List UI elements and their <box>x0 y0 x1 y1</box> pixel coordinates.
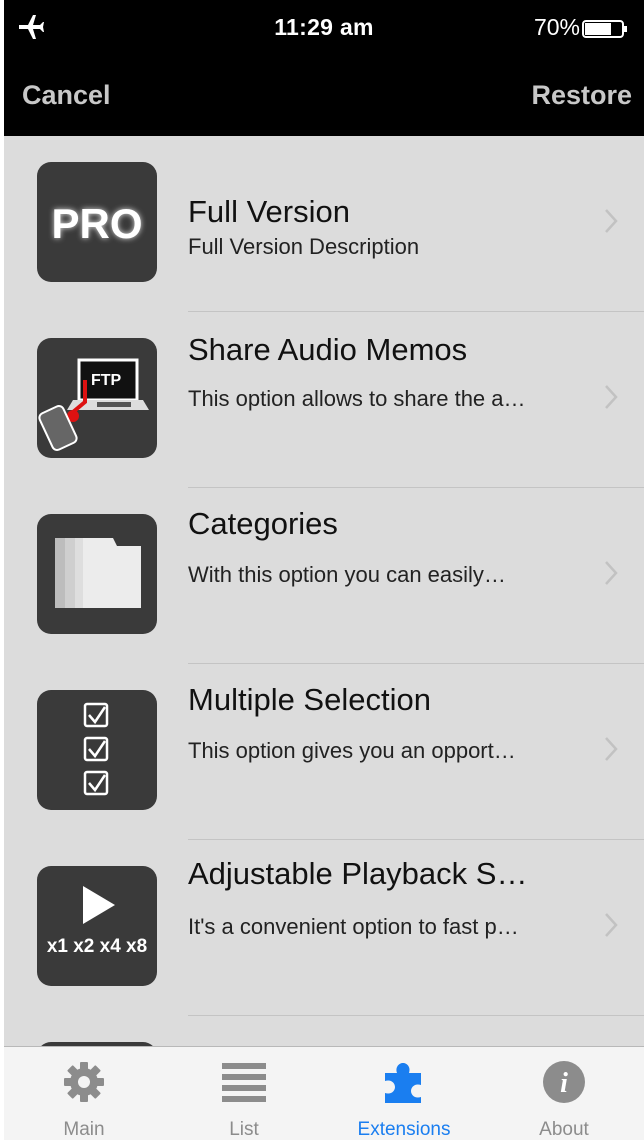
play-speed-icon: x1 x2 x4 x8 <box>37 866 157 986</box>
list-item-categories[interactable]: Categories With this option you can easi… <box>4 488 644 664</box>
top-bar: 11:29 am 70% Cancel Restore <box>4 0 644 136</box>
chevron-right-icon <box>605 737 618 761</box>
item-title: Categories <box>188 506 338 541</box>
list-item-full-version[interactable]: PRO Full Version Full Version Descriptio… <box>4 136 644 312</box>
pro-badge-text: PRO <box>51 200 143 247</box>
puzzle-icon <box>385 1063 421 1103</box>
item-title: Full Version <box>188 194 350 229</box>
tab-list[interactable]: List <box>164 1047 324 1140</box>
speed-multipliers-label: x1 x2 x4 x8 <box>46 936 148 957</box>
pro-badge-icon: PRO <box>37 162 157 282</box>
chevron-right-icon <box>605 561 618 585</box>
battery-icon <box>582 20 627 38</box>
tab-label: List <box>229 1119 259 1140</box>
item-description: This option gives you an opport… <box>188 738 516 763</box>
item-description: It's a convenient option to fast p… <box>188 914 519 939</box>
tab-label: Extensions <box>357 1119 451 1140</box>
extensions-list: PRO Full Version Full Version Descriptio… <box>4 136 644 1046</box>
tab-label: About <box>539 1119 589 1140</box>
ftp-label: FTP <box>91 372 122 389</box>
list-item-share-audio-memos[interactable]: FTP Share Audio Memos This option allows… <box>4 312 644 488</box>
info-icon: i <box>543 1061 585 1103</box>
item-description: With this option you can easily… <box>188 562 506 587</box>
ftp-share-graphic <box>38 358 149 451</box>
svg-text:i: i <box>560 1068 568 1099</box>
restore-button[interactable]: Restore <box>531 80 632 111</box>
item-title: Adjustable Playback S… <box>188 856 528 891</box>
tab-label: Main <box>63 1119 105 1140</box>
folders-icon <box>37 514 157 634</box>
chevron-right-icon <box>605 209 618 233</box>
folders-graphic <box>55 538 141 608</box>
chevron-right-icon <box>605 385 618 409</box>
list-item-multiple-selection[interactable]: Multiple Selection This option gives you… <box>4 664 644 840</box>
list-item-adjustable-playback[interactable]: x1 x2 x4 x8 Adjustable Playback S… It's … <box>4 840 644 1016</box>
list-icon <box>222 1063 266 1102</box>
chevron-right-icon <box>605 913 618 937</box>
item-description: Full Version Description <box>188 234 420 259</box>
tab-main[interactable]: Main <box>4 1047 164 1140</box>
tab-extensions[interactable]: Extensions <box>324 1047 484 1140</box>
tab-about[interactable]: i About <box>484 1047 644 1140</box>
cancel-button[interactable]: Cancel <box>22 80 111 111</box>
checklist-graphic <box>83 702 109 796</box>
ftp-share-icon: FTP <box>37 338 157 458</box>
battery-percentage: 70% <box>533 14 580 40</box>
item-title: Multiple Selection <box>188 682 431 717</box>
screen: 11:29 am 70% Cancel Restore PRO Full Ver… <box>4 0 644 1140</box>
item-description: This option allows to share the a… <box>188 386 526 411</box>
item-title: Share Audio Memos <box>188 332 468 367</box>
play-graphic <box>83 886 115 924</box>
gear-icon <box>64 1062 104 1102</box>
tab-bar: Main List Extensions i About <box>4 1046 644 1140</box>
list-item-partial[interactable] <box>4 1016 644 1046</box>
checklist-icon <box>37 690 157 810</box>
